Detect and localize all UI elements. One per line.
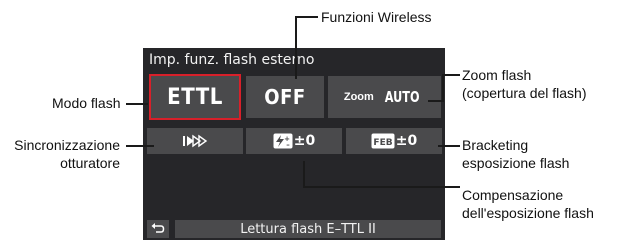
zoom-setting[interactable]: Zoom AUTO (328, 76, 441, 118)
leader-line (303, 186, 460, 188)
leader-line (296, 16, 318, 18)
callout-wireless: Funzioni Wireless (321, 9, 432, 25)
camera-screen: Imp. funz. flash esterno ETTL OFF Zoom A… (143, 48, 445, 240)
callout-flash-mode: Modo flash (52, 95, 121, 111)
leader-line (126, 103, 148, 105)
wireless-setting[interactable]: OFF (246, 76, 324, 118)
callout-bracketing-line1: Bracketing (462, 137, 529, 153)
callout-zoom-line1: Zoom flash (462, 67, 532, 83)
leader-line (303, 161, 305, 187)
leader-line (428, 100, 443, 102)
callout-bracketing: Bracketing esposizione flash (462, 136, 569, 172)
flash-metering-label[interactable]: Lettura flash E–TTL II (175, 220, 441, 238)
flash-comp-value: ±0 (293, 133, 316, 149)
leader-line (438, 145, 460, 147)
wireless-value: OFF (264, 85, 306, 109)
flash-exposure-compensation-icon: + – (273, 133, 293, 149)
callout-sync-line1: Sincronizzazione (14, 137, 120, 153)
back-button[interactable] (147, 220, 169, 238)
callout-sync-line2: otturatore (60, 155, 120, 171)
leader-line (295, 16, 297, 79)
feb-value: ±0 (395, 133, 418, 149)
svg-text:FEB: FEB (373, 138, 392, 148)
callout-compensation-line1: Compensazione (462, 187, 564, 203)
callout-zoom: Zoom flash (copertura del flash) (462, 66, 587, 102)
second-curtain-sync-icon (182, 134, 208, 148)
callout-sync: Sincronizzazione otturatore (8, 136, 120, 172)
zoom-label: Zoom (343, 91, 374, 103)
leader-line (442, 74, 460, 76)
svg-text:–: – (286, 141, 290, 149)
feb-icon: FEB (371, 133, 395, 149)
callout-compensation-line2: dell'esposizione flash (462, 205, 594, 221)
flash-mode-setting[interactable]: ETTL (149, 74, 241, 120)
callout-zoom-line2: (copertura del flash) (462, 85, 587, 101)
return-icon (151, 223, 165, 233)
leader-line (442, 74, 444, 102)
flash-comp-setting[interactable]: + – ±0 (246, 128, 342, 154)
footer-bar: Lettura flash E–TTL II (143, 218, 445, 240)
zoom-value: AUTO (384, 88, 420, 106)
callout-compensation: Compensazione dell'esposizione flash (462, 186, 594, 222)
callout-bracketing-line2: esposizione flash (462, 155, 570, 171)
leader-line (126, 145, 154, 147)
flash-mode-value: ETTL (167, 84, 223, 110)
feb-setting[interactable]: FEB ±0 (346, 128, 442, 154)
menu-title: Imp. funz. flash esterno (149, 52, 315, 68)
sync-setting[interactable] (147, 128, 243, 154)
